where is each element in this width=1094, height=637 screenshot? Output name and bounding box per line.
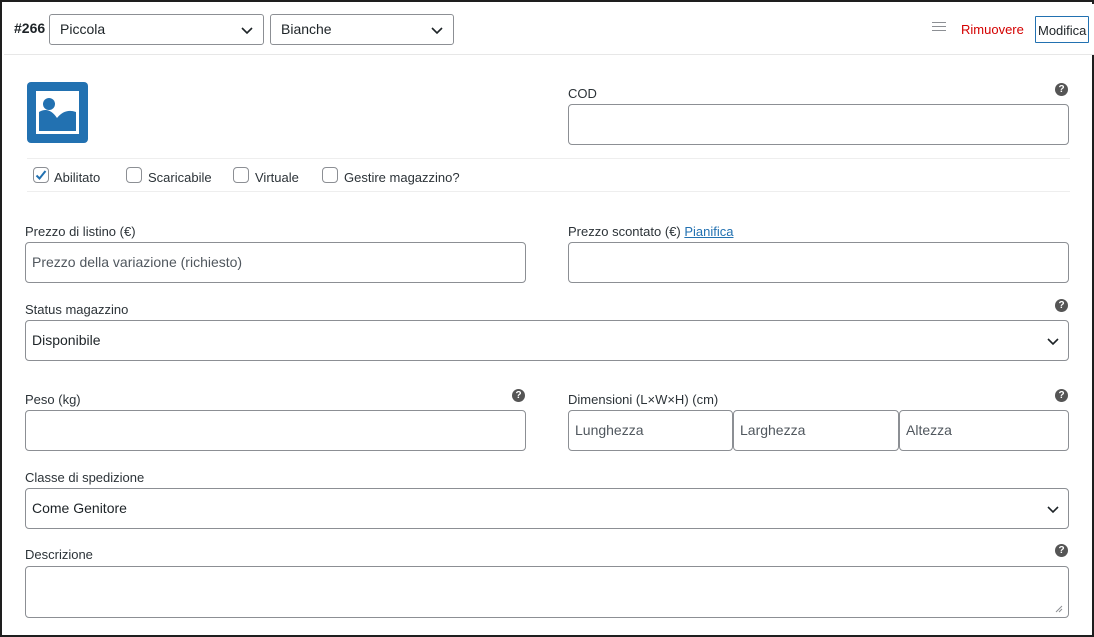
height-placeholder: Altezza (906, 422, 952, 438)
enabled-label: Abilitato (54, 170, 101, 185)
shipping-class-value: Come Genitore (32, 500, 127, 516)
regular-price-placeholder: Prezzo della variazione (richiesto) (32, 254, 243, 270)
size-select-value: Piccola (60, 21, 106, 37)
edit-variation-button[interactable]: Modifica (1035, 16, 1089, 43)
shipping-class-select[interactable]: Come Genitore (25, 488, 1069, 529)
variation-id: #266 (14, 20, 46, 36)
enabled-checkbox[interactable] (33, 167, 49, 183)
help-icon[interactable]: ? (1055, 544, 1068, 557)
width-input[interactable]: Larghezza (733, 410, 899, 451)
variation-image-upload[interactable] (27, 82, 88, 143)
image-placeholder-icon (36, 91, 79, 134)
length-placeholder: Lunghezza (575, 422, 644, 438)
regular-price-input[interactable]: Prezzo della variazione (richiesto) (25, 242, 526, 283)
sale-price-label-text: Prezzo scontato (€) (568, 224, 681, 239)
stock-status-value: Disponibile (32, 332, 101, 348)
dimensions-label: Dimensioni (L×W×H) (cm) (568, 392, 719, 407)
weight-label: Peso (kg) (25, 392, 81, 407)
schedule-link[interactable]: Pianifica (684, 224, 733, 239)
drag-handle-icon[interactable] (932, 22, 946, 34)
stock-status-label: Status magazzino (25, 302, 129, 317)
variation-panel: #266 Piccola Bianche Rimuovere Modifica … (0, 0, 1094, 637)
checkmark-icon (35, 170, 47, 180)
resize-handle-icon[interactable] (1055, 605, 1063, 613)
help-icon[interactable]: ? (1055, 299, 1068, 312)
downloadable-label: Scaricabile (148, 170, 212, 185)
variation-header[interactable]: #266 Piccola Bianche Rimuovere Modifica (4, 4, 1094, 55)
length-input[interactable]: Lunghezza (568, 410, 733, 451)
remove-variation-link[interactable]: Rimuovere (961, 22, 1024, 37)
width-placeholder: Larghezza (740, 422, 806, 438)
height-input[interactable]: Altezza (899, 410, 1069, 451)
manage-stock-label: Gestire magazzino? (344, 170, 460, 185)
chevron-down-icon (1047, 506, 1059, 514)
shipping-class-label: Classe di spedizione (25, 470, 145, 485)
virtual-checkbox[interactable] (233, 167, 249, 183)
color-select-value: Bianche (281, 21, 332, 37)
manage-stock-checkbox[interactable] (322, 167, 338, 183)
description-textarea[interactable] (25, 566, 1069, 618)
sale-price-input[interactable] (568, 242, 1069, 283)
sku-input[interactable] (568, 104, 1069, 145)
sale-price-label: Prezzo scontato (€) Pianifica (568, 224, 733, 239)
divider (27, 191, 1070, 192)
regular-price-label: Prezzo di listino (€) (25, 224, 136, 239)
divider (27, 158, 1070, 159)
virtual-label: Virtuale (255, 170, 299, 185)
description-label: Descrizione (25, 547, 93, 562)
weight-input[interactable] (25, 410, 526, 451)
chevron-down-icon (431, 27, 443, 35)
chevron-down-icon (241, 27, 253, 35)
help-icon[interactable]: ? (512, 389, 525, 402)
downloadable-checkbox[interactable] (126, 167, 142, 183)
stock-status-select[interactable]: Disponibile (25, 320, 1069, 361)
size-attribute-select[interactable]: Piccola (49, 14, 264, 45)
chevron-down-icon (1047, 338, 1059, 346)
color-attribute-select[interactable]: Bianche (270, 14, 454, 45)
sku-label: COD (568, 86, 597, 101)
help-icon[interactable]: ? (1055, 83, 1068, 96)
help-icon[interactable]: ? (1055, 389, 1068, 402)
